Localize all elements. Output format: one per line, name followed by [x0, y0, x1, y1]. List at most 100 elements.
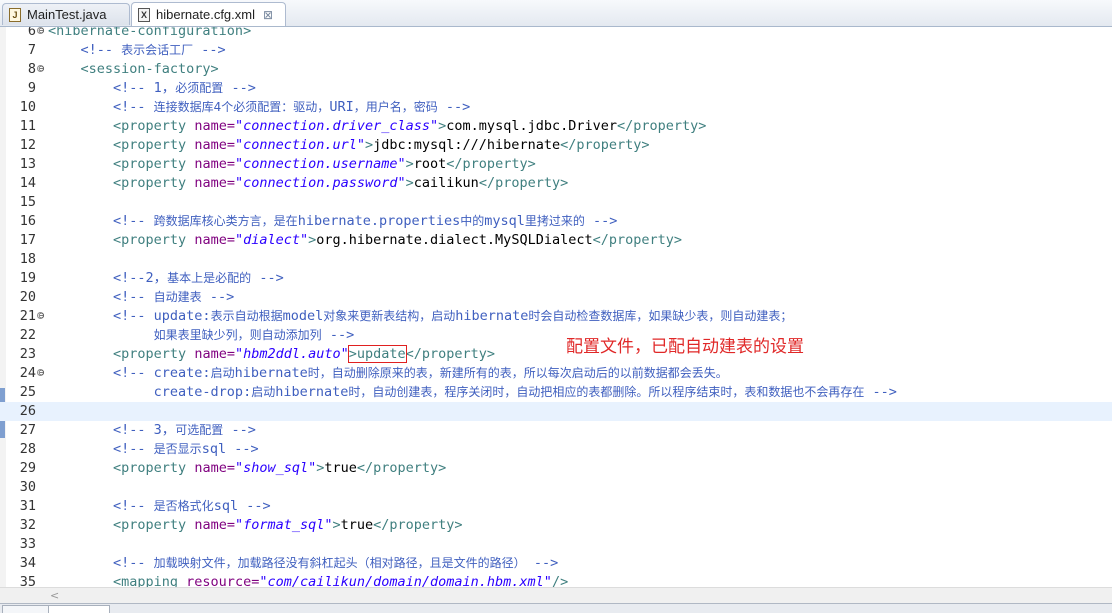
line-number: 6	[27, 27, 36, 39]
line-number: 22	[19, 327, 36, 343]
tab-label: MainTest.java	[27, 7, 107, 22]
code-token: </property>	[560, 137, 650, 153]
code-token: <!--	[48, 498, 154, 514]
code-text: <session-factory>	[48, 60, 219, 79]
tab-hibernate-cfg-xml[interactable]: X hibernate.cfg.xml ⊠	[131, 2, 286, 26]
code-token: name=	[194, 137, 235, 153]
code-line[interactable]: 27 <!-- 3，可选配置 -->	[0, 421, 1112, 440]
code-line[interactable]: 30	[0, 478, 1112, 497]
code-line[interactable]: 35 <mapping resource="com/cailikun/domai…	[0, 573, 1112, 587]
line-number: 18	[19, 251, 36, 267]
code-line[interactable]: 6 ⊖ <hibernate-configuration>	[0, 27, 1112, 41]
code-line[interactable]: 16 <!-- 跨数据库核心类方言，是在hibernate.properties…	[0, 212, 1112, 231]
code-token: <!--	[48, 99, 154, 115]
code-token: 基本上是必配的	[167, 271, 252, 285]
code-token: 中的	[460, 214, 485, 228]
editor-tab-bar: J MainTest.java X hibernate.cfg.xml ⊠	[0, 0, 1112, 27]
code-token: cailikun	[413, 175, 479, 191]
code-token: >	[405, 175, 414, 191]
scroll-left-arrow-icon[interactable]: <	[50, 589, 59, 602]
code-token: -->	[223, 80, 256, 96]
code-line[interactable]: 32 <property name="format_sql">true</pro…	[0, 516, 1112, 535]
code-token: <!--	[48, 42, 122, 58]
code-line[interactable]: 31 <!-- 是否格式化sql -->	[0, 497, 1112, 516]
code-token: ，用户名，密码	[353, 100, 438, 114]
line-number: 24	[19, 365, 36, 381]
code-line[interactable]: 33	[0, 535, 1112, 554]
tab-maintest-java[interactable]: J MainTest.java	[2, 3, 130, 25]
code-token: URI	[329, 99, 354, 115]
code-text: <property name="connection.url">jdbc:mys…	[48, 136, 649, 155]
fold-toggle-icon[interactable]: ⊖	[37, 27, 45, 35]
code-line[interactable]: 28 <!-- 是否显示sql -->	[0, 440, 1112, 459]
code-line[interactable]: 23 <property name="hbm2ddl.auto">update<…	[0, 345, 1112, 364]
horizontal-scrollbar[interactable]: <	[0, 587, 1112, 604]
code-line[interactable]: 19 <!--2，基本上是必配的 -->	[0, 269, 1112, 288]
code-token: -->	[864, 384, 897, 400]
code-token: "dialect"	[234, 232, 309, 248]
code-token: <!--2，	[48, 270, 168, 286]
code-token: <!-- update:	[48, 308, 211, 324]
code-text: <property name="dialect">org.hibernate.d…	[48, 231, 682, 250]
code-token: 是否格式化	[153, 499, 214, 513]
line-number: 19	[19, 270, 36, 286]
code-line[interactable]: 26	[0, 402, 1112, 421]
code-line[interactable]: 29 <property name="show_sql">true</prope…	[0, 459, 1112, 478]
line-number: 33	[19, 536, 36, 552]
code-token: true	[324, 460, 357, 476]
code-line[interactable]: 17 <property name="dialect">org.hibernat…	[0, 231, 1112, 250]
code-line[interactable]: 25 create-drop:启动hibernate时，自动创建表，程序关闭时，…	[0, 383, 1112, 402]
code-line[interactable]: 8 ⊖ <session-factory>	[0, 60, 1112, 79]
code-line[interactable]: 13 <property name="connection.username">…	[0, 155, 1112, 174]
line-number: 34	[19, 555, 36, 571]
code-token: <property	[48, 137, 195, 153]
line-number: 15	[19, 194, 36, 210]
code-token: "com/cailikun/domain/domain.hbm.xml"	[259, 574, 552, 587]
fold-toggle-icon[interactable]: ⊖	[37, 65, 45, 73]
code-token: "connection.driver_class"	[234, 118, 439, 134]
code-token: model	[282, 308, 324, 324]
fold-toggle-icon[interactable]: ⊖	[37, 369, 45, 377]
code-token: hibernate	[234, 365, 308, 381]
code-token: />	[551, 574, 569, 587]
code-line[interactable]: 21 ⊖ <!-- update:表示自动根据model对象来更新表结构，启动hi…	[0, 307, 1112, 326]
code-text: <!-- 表示会话工厂 -->	[48, 41, 226, 60]
code-text: <mapping resource="com/cailikun/domain/d…	[48, 573, 568, 587]
code-line[interactable]: 15	[0, 193, 1112, 212]
code-line[interactable]: 20 <!-- 自动建表 -->	[0, 288, 1112, 307]
code-text: <!-- 连接数据库4个必须配置：驱动，URI，用户名，密码 -->	[48, 98, 470, 117]
code-line[interactable]: 22 如果表里缺少列，则自动添加列 -->	[0, 326, 1112, 345]
code-token: -->	[193, 42, 226, 58]
code-token: "format_sql"	[234, 517, 333, 533]
code-token: <mapping	[48, 574, 187, 587]
code-text: <hibernate-configuration>	[48, 27, 251, 41]
close-tab-icon[interactable]: ⊠	[263, 8, 273, 22]
code-line[interactable]: 12 <property name="connection.url">jdbc:…	[0, 136, 1112, 155]
code-line[interactable]: 9 <!-- 1，必须配置 -->	[0, 79, 1112, 98]
code-token: 加载映射文件，加载路径没有斜杠起头（相对路径，且是文件的路径）	[153, 556, 526, 570]
code-line[interactable]: 34 <!-- 加载映射文件，加载路径没有斜杠起头（相对路径，且是文件的路径） …	[0, 554, 1112, 573]
line-number: 20	[19, 289, 36, 305]
fold-toggle-icon[interactable]: ⊖	[37, 312, 45, 320]
code-text: <property name="show_sql">true</property…	[48, 459, 446, 478]
line-number: 26	[19, 403, 36, 419]
code-token: >	[405, 156, 414, 172]
code-token: 启动	[251, 385, 276, 399]
line-number: 7	[27, 42, 36, 58]
line-number: 21	[19, 308, 36, 324]
code-token: 跨数据库核心类方言，是在	[153, 214, 298, 228]
code-line[interactable]: 14 <property name="connection.password">…	[0, 174, 1112, 193]
code-token: <!-- create:	[48, 365, 211, 381]
code-editor[interactable]: 6 ⊖ <hibernate-configuration> 7 <!-- 表示会话工厂…	[0, 27, 1112, 587]
code-text: <property name="connection.password">cai…	[48, 174, 568, 193]
code-line[interactable]: 7 <!-- 表示会话工厂 -->	[0, 41, 1112, 60]
code-line[interactable]: 18	[0, 250, 1112, 269]
code-token: <!--	[48, 441, 154, 457]
code-line[interactable]: 10 <!-- 连接数据库4个必须配置：驱动，URI，用户名，密码 -->	[0, 98, 1112, 117]
code-line[interactable]: 11 <property name="connection.driver_cla…	[0, 117, 1112, 136]
code-token: >	[365, 137, 374, 153]
code-line[interactable]: 24 ⊖ <!-- create:启动hibernate时，自动删除原来的表，新建…	[0, 364, 1112, 383]
code-token: 是否显示	[153, 442, 202, 456]
code-token: 可选配置	[175, 423, 224, 437]
